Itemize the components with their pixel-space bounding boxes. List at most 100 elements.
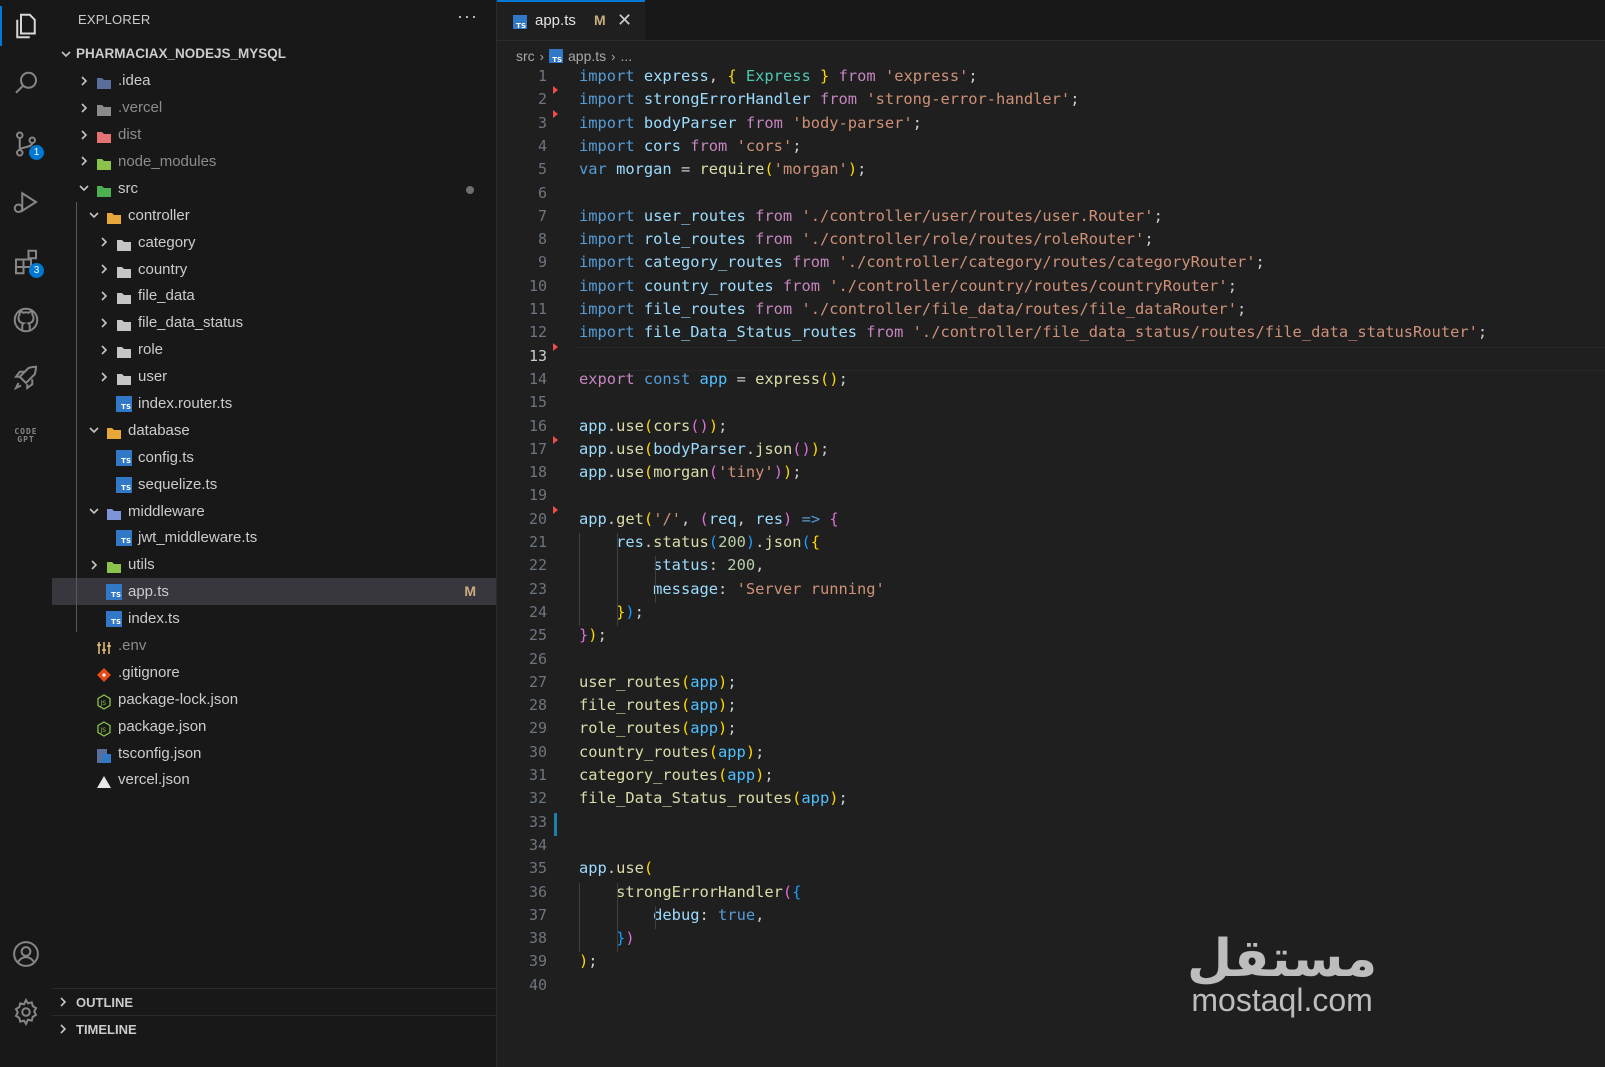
line-number: 15 <box>528 393 547 412</box>
code-line: ); <box>579 952 598 971</box>
tree-item-label: role <box>138 341 164 359</box>
folder-icon <box>116 369 132 386</box>
more-actions-button[interactable]: ··· <box>457 6 478 27</box>
line-number: 40 <box>528 975 547 994</box>
line-number: 1 <box>537 67 547 85</box>
line-number: 38 <box>528 929 547 948</box>
line-number: 23 <box>528 579 547 598</box>
explorer-icon[interactable] <box>0 2 52 50</box>
tree-item[interactable]: TS app.ts M <box>52 578 496 606</box>
tree-item[interactable]: .env <box>52 632 496 659</box>
code-line: file_routes(app); <box>579 696 737 715</box>
chevron-right-icon <box>96 336 112 363</box>
line-number: 30 <box>528 742 547 761</box>
breadcrumb-src[interactable]: src <box>516 48 535 64</box>
breadcrumb-file[interactable]: app.ts <box>568 48 606 64</box>
tab-modified-indicator: M <box>594 12 606 28</box>
tree-item[interactable]: file_data_status <box>52 309 496 336</box>
tree-item-label: vercel.json <box>118 771 190 789</box>
line-number: 12 <box>528 323 547 342</box>
rocket-icon[interactable] <box>0 354 52 402</box>
tree-item[interactable]: vercel.json <box>52 766 496 793</box>
search-icon[interactable] <box>0 60 52 108</box>
tree-item[interactable]: role <box>52 336 496 363</box>
code-line: debug: true, <box>653 905 765 924</box>
line-number: 2 <box>537 90 547 109</box>
file-tree-items: .idea .vercel dist node_modulessrc controlle… <box>52 67 496 793</box>
chevron-right-icon <box>86 551 102 578</box>
tab-app-ts[interactable]: TS app.ts M ✕ <box>497 0 645 40</box>
gutter-deleted-marker[interactable] <box>553 435 558 444</box>
tree-item[interactable]: TS jwt_middleware.ts <box>52 524 496 551</box>
tree-item-label: dist <box>118 126 142 144</box>
tree-item[interactable]: .gitignore <box>52 659 496 686</box>
tree-item[interactable]: JS package-lock.json <box>52 686 496 713</box>
tree-item[interactable]: country <box>52 256 496 283</box>
gear-icon[interactable] <box>0 988 52 1036</box>
tree-item[interactable]: file_data <box>52 282 496 309</box>
line-number: 24 <box>528 602 547 621</box>
line-number: 34 <box>528 835 547 854</box>
code-line: import category_routes from './controlle… <box>579 253 1265 272</box>
tree-item[interactable]: database <box>52 417 496 444</box>
extensions-icon[interactable]: 3 <box>0 238 52 286</box>
accounts-icon[interactable] <box>0 930 52 978</box>
tree-item-label: jwt_middleware.ts <box>138 529 258 547</box>
code-line: role_routes(app); <box>579 719 737 738</box>
folder-icon <box>106 557 122 574</box>
tree-item[interactable]: utils <box>52 551 496 578</box>
folder-icon <box>106 208 122 224</box>
tree-item[interactable]: category <box>52 229 496 256</box>
tree-item[interactable]: controller <box>52 202 496 229</box>
tree-item-label: middleware <box>128 502 205 520</box>
line-number: 6 <box>537 183 547 202</box>
gutter-deleted-marker[interactable] <box>553 109 558 118</box>
outline-section[interactable]: OUTLINE <box>52 988 496 1016</box>
codegpt-icon[interactable]: CODE GPT <box>0 412 52 460</box>
source-control-badge: 1 <box>29 145 44 160</box>
tree-item[interactable]: dist <box>52 121 496 148</box>
run-debug-icon[interactable] <box>0 178 52 226</box>
indent-guide <box>579 533 580 627</box>
project-root[interactable]: PHARMACIAX_NODEJS_MYSQL <box>52 40 496 67</box>
tree-item[interactable]: TS index.ts <box>52 605 496 632</box>
source-control-icon[interactable]: 1 <box>0 120 52 168</box>
tree-item[interactable]: src <box>52 175 496 202</box>
code-line: file_Data_Status_routes(app); <box>579 789 848 808</box>
extensions-badge: 3 <box>29 263 44 278</box>
chevron-right-icon: › <box>539 48 545 64</box>
line-number: 5 <box>537 160 547 179</box>
current-line-highlight <box>577 346 1605 371</box>
tree-item[interactable]: TS config.ts <box>52 444 496 471</box>
chevron-down-icon <box>76 175 92 202</box>
indent-guide <box>76 202 77 633</box>
settings-file-icon <box>96 638 112 654</box>
line-number: 13 <box>528 346 547 365</box>
tree-item[interactable]: TS index.router.ts <box>52 390 496 417</box>
tree-item[interactable]: tsconfig.json <box>52 740 496 767</box>
gutter-deleted-marker[interactable] <box>553 505 558 514</box>
tree-item[interactable]: node_modules <box>52 148 496 175</box>
folder-icon <box>116 342 132 359</box>
gutter-deleted-marker[interactable] <box>553 342 558 351</box>
breadcrumb-more[interactable]: ... <box>621 48 633 64</box>
tree-item[interactable]: .vercel <box>52 94 496 121</box>
tree-item[interactable]: middleware <box>52 498 496 525</box>
tree-item-label: src <box>118 179 138 197</box>
tree-item[interactable]: .idea <box>52 67 496 94</box>
indent-guide <box>655 556 656 603</box>
github-icon[interactable] <box>0 296 52 344</box>
tree-item[interactable]: JS package.json <box>52 713 496 740</box>
gutter-deleted-marker[interactable] <box>553 86 558 95</box>
code-line: app.use( <box>579 859 654 878</box>
tree-item-label: sequelize.ts <box>138 475 218 493</box>
close-icon[interactable]: ✕ <box>617 10 632 31</box>
line-number: 37 <box>528 905 547 924</box>
gutter-modified-marker[interactable] <box>554 812 557 836</box>
tree-item-label: controller <box>128 206 190 224</box>
tree-item[interactable]: TS sequelize.ts <box>52 471 496 498</box>
tree-item[interactable]: user <box>52 363 496 390</box>
code-line: import user_routes from './controller/us… <box>579 206 1163 225</box>
code-line: strongErrorHandler({ <box>616 882 802 901</box>
timeline-section[interactable]: TIMELINE <box>52 1015 496 1043</box>
